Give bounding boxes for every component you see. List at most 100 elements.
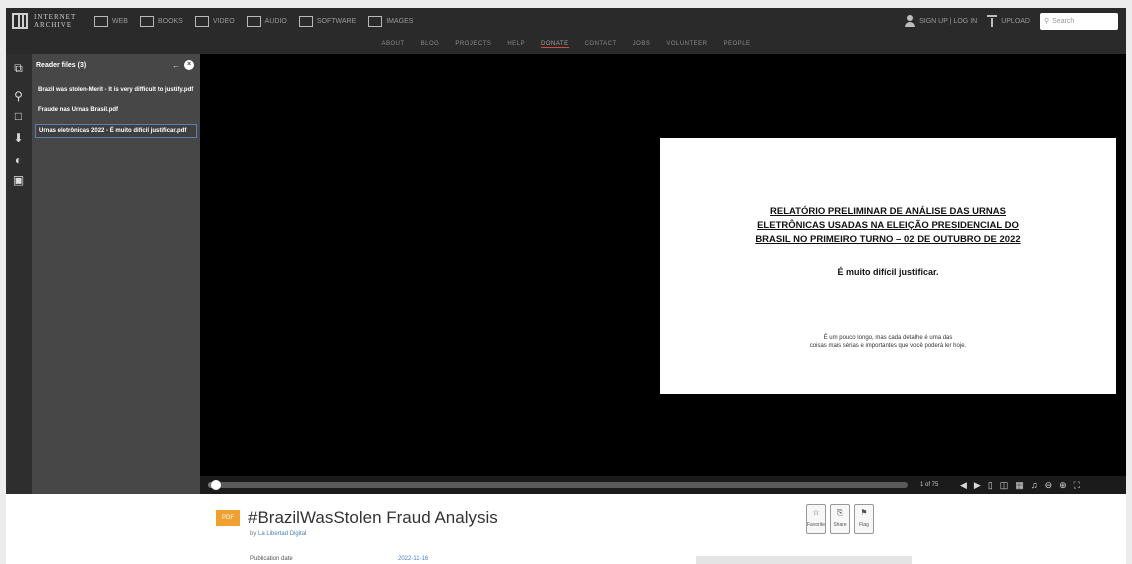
contrast-icon[interactable]: ◐ xyxy=(12,154,25,167)
page-title: RELATÓRIO PRELIMINAR DE ANÁLISE DAS URNA… xyxy=(660,205,1116,247)
file-item[interactable]: Brazil was stolen-Merit - It is very dif… xyxy=(35,84,197,96)
file-item-selected[interactable]: Urnas eletrônicas 2022 - É muito difícil… xyxy=(35,124,197,138)
reader-files-panel: Reader files (3) ← × Brazil was stolen-M… xyxy=(32,54,200,494)
collapse-arrow-icon[interactable]: ← xyxy=(172,61,180,70)
media-nav-software[interactable]: SOFTWARE xyxy=(298,15,357,27)
item-title-row: PDF #BrazilWasStolen Fraud Analysis xyxy=(216,508,498,528)
user-icon xyxy=(905,15,916,27)
logo-line-2: ARCHIVE xyxy=(34,21,73,29)
files-icon[interactable]: ⧉ xyxy=(12,62,25,75)
metadata-panel-edge xyxy=(696,556,912,564)
secondary-nav: ABOUT BLOG PROJECTS HELP DONATE CONTACT … xyxy=(6,34,1126,54)
subnav-donate[interactable]: DONATE xyxy=(541,41,569,48)
star-icon: ☆ xyxy=(812,508,820,517)
media-label: BOOKS xyxy=(157,17,183,25)
page-note-line: coisas mais sérias e importantes que voc… xyxy=(809,343,967,349)
download-icon[interactable]: ⬇ xyxy=(12,132,25,145)
byline-prefix: by xyxy=(250,531,257,537)
subnav-help[interactable]: HELP xyxy=(507,41,525,47)
publication-date-value[interactable]: 2022-11-16 xyxy=(398,556,428,562)
close-icon[interactable]: × xyxy=(184,60,194,70)
media-type-nav: WEB BOOKS VIDEO AUDIO SOFTWARE IMAGES xyxy=(94,15,414,27)
panel-title: Reader files (3) xyxy=(36,61,87,69)
upload-icon xyxy=(987,15,998,27)
header-right-tools: SIGN UP | LOG IN UPLOAD ⚲ Search xyxy=(905,8,1118,34)
media-label: SOFTWARE xyxy=(316,17,357,25)
book-icon xyxy=(139,15,154,27)
page-subtitle: É muito difícil justificar. xyxy=(837,267,939,277)
subnav-about[interactable]: ABOUT xyxy=(381,41,404,47)
search-input[interactable]: ⚲ Search xyxy=(1040,12,1118,30)
item-byline: by La Libertad Digital xyxy=(250,531,306,537)
media-nav-web[interactable]: WEB xyxy=(94,15,128,27)
item-details: PDF #BrazilWasStolen Fraud Analysis by L… xyxy=(6,494,1126,564)
page-note: É um pouco longo, mas cada detalhe é uma… xyxy=(660,334,1116,350)
bookmark-icon[interactable]: □ xyxy=(12,110,25,123)
subnav-jobs[interactable]: JOBS xyxy=(633,41,651,47)
share-icon[interactable]: ▣ xyxy=(12,174,25,187)
share-icon: ⎘ xyxy=(836,508,844,517)
document-page: RELATÓRIO PRELIMINAR DE ANÁLISE DAS URNA… xyxy=(660,138,1116,394)
media-nav-images[interactable]: IMAGES xyxy=(368,15,414,27)
flag-button[interactable]: ⚑ Flag xyxy=(854,504,874,534)
subnav-projects[interactable]: PROJECTS xyxy=(455,41,491,47)
top-navigation-bar: INTERNET ARCHIVE WEB BOOKS VIDEO AUDIO S… xyxy=(6,8,1126,34)
media-nav-books[interactable]: BOOKS xyxy=(139,15,183,27)
page-title-line: ELETRÔNICAS USADAS NA ELEIÇÃO PRESIDENCI… xyxy=(757,220,1019,231)
reader-control-icons: ◀ ▶ ▯ ◫ ▦ ♫ ⊖ ⊕ ⛶ xyxy=(960,480,1080,490)
zoom-out-icon[interactable]: ⊖ xyxy=(1045,480,1053,490)
page-indicator: 1 of 75 xyxy=(920,482,939,488)
share-button[interactable]: ⎘ Share xyxy=(830,504,850,534)
document-type-icon: PDF xyxy=(216,510,240,526)
item-title: #BrazilWasStolen Fraud Analysis xyxy=(248,508,498,527)
file-item[interactable]: Fraude nas Urnas Brasil.pdf xyxy=(35,104,197,116)
page-scrubber[interactable] xyxy=(208,480,908,490)
panel-header: Reader files (3) ← × xyxy=(32,54,200,70)
upload-label: UPLOAD xyxy=(1001,17,1030,25)
page-title-line: RELATÓRIO PRELIMINAR DE ANÁLISE DAS URNA… xyxy=(770,206,1006,217)
upload-link[interactable]: UPLOAD xyxy=(987,15,1030,27)
thumbnail-view-icon[interactable]: ▦ xyxy=(1015,480,1024,490)
signin-link[interactable]: SIGN UP | LOG IN xyxy=(905,15,977,27)
signin-label: SIGN UP | LOG IN xyxy=(919,17,978,25)
window-frame: INTERNET ARCHIVE WEB BOOKS VIDEO AUDIO S… xyxy=(0,0,1132,564)
web-icon xyxy=(94,15,108,27)
media-nav-audio[interactable]: AUDIO xyxy=(246,15,287,27)
panel-actions: ← × xyxy=(172,60,194,70)
media-label: WEB xyxy=(112,17,128,25)
software-icon xyxy=(298,15,313,27)
flag-icon: ⚑ xyxy=(860,508,868,517)
subnav-blog[interactable]: BLOG xyxy=(421,41,440,47)
next-page-icon[interactable]: ▶ xyxy=(974,480,981,490)
two-page-view-icon[interactable]: ◫ xyxy=(1000,480,1009,490)
publication-date-label: Publication date xyxy=(250,556,293,562)
subnav-people[interactable]: PEOPLE xyxy=(724,41,751,47)
fullscreen-icon[interactable]: ⛶ xyxy=(1074,480,1080,490)
subnav-volunteer[interactable]: VOLUNTEER xyxy=(666,41,707,47)
media-label: VIDEO xyxy=(212,17,235,25)
subnav-contact[interactable]: CONTACT xyxy=(585,41,617,47)
book-reader-viewport[interactable]: RELATÓRIO PRELIMINAR DE ANÁLISE DAS URNA… xyxy=(200,54,1126,476)
video-icon xyxy=(194,15,209,27)
zoom-in-icon[interactable]: ⊕ xyxy=(1059,480,1067,490)
audio-icon xyxy=(246,15,261,27)
page-note-line: É um pouco longo, mas cada detalhe é uma… xyxy=(823,335,953,341)
media-nav-video[interactable]: VIDEO xyxy=(194,15,235,27)
previous-page-icon[interactable]: ◀ xyxy=(960,480,967,490)
reader-icon-rail: ⧉ ⚲ □ ⬇ ◐ ▣ xyxy=(6,54,32,494)
one-page-view-icon[interactable]: ▯ xyxy=(988,480,993,490)
internet-archive-logo[interactable]: INTERNET ARCHIVE xyxy=(12,13,80,29)
favorite-button[interactable]: ☆ Favorite xyxy=(806,504,826,534)
archive-logo-icon xyxy=(12,13,28,29)
scrubber-handle[interactable] xyxy=(211,480,221,490)
media-label: AUDIO xyxy=(264,17,287,25)
page-title-line: BRASIL NO PRIMEIRO TURNO – 02 DE OUTUBRO… xyxy=(755,234,1021,245)
search-icon[interactable]: ⚲ xyxy=(12,90,25,103)
read-aloud-icon[interactable]: ♫ xyxy=(1031,480,1038,490)
file-list: Brazil was stolen-Merit - It is very dif… xyxy=(32,84,200,138)
reader-controls: 1 of 75 ◀ ▶ ▯ ◫ ▦ ♫ ⊖ ⊕ ⛶ xyxy=(200,476,1126,494)
author-link[interactable]: La Libertad Digital xyxy=(258,531,306,537)
search-icon: ⚲ xyxy=(1044,18,1050,25)
share-label: Share xyxy=(833,522,847,528)
media-label: IMAGES xyxy=(386,17,414,25)
